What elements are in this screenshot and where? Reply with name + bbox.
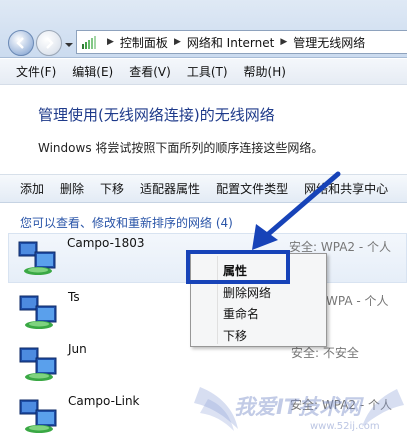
list-header: 您可以查看、修改和重新排序的网络 (4) [20, 216, 233, 230]
move-down-button[interactable]: 下移 [92, 180, 132, 197]
breadcrumb-item-manage-wireless[interactable]: 管理无线网络 [293, 34, 365, 51]
wireless-network-icon [19, 399, 57, 433]
context-move-down[interactable]: 下移 [223, 327, 247, 344]
menu-tools[interactable]: 工具(T) [179, 63, 236, 80]
wireless-network-icon [19, 347, 57, 381]
back-button[interactable] [8, 30, 34, 56]
page-title: 管理使用(无线网络连接)的无线网络 [38, 106, 275, 124]
chevron-right-icon[interactable]: ▶ [107, 37, 114, 47]
network-name: Campo-Link [68, 394, 140, 408]
network-security: 安全: WPA2 - 个人 [290, 398, 392, 412]
menu-file[interactable]: 文件(F) [0, 63, 64, 80]
wireless-network-icon [19, 295, 57, 329]
remove-button[interactable]: 删除 [52, 180, 92, 197]
network-name: Campo-1803 [67, 236, 145, 250]
chevron-right-icon[interactable]: ▶ [174, 37, 181, 47]
network-security: WPA - 个人 [326, 294, 389, 308]
page-description: Windows 将尝试按照下面所列的顺序连接这些网络。 [38, 141, 324, 155]
breadcrumb[interactable]: ▶ 控制面板 ▶ 网络和 Internet ▶ 管理无线网络 [76, 30, 407, 54]
adapter-properties-button[interactable]: 适配器属性 [132, 180, 208, 197]
network-name: Jun [68, 342, 87, 356]
add-button[interactable]: 添加 [0, 180, 52, 197]
menu-help[interactable]: 帮助(H) [236, 63, 294, 80]
back-arrow-icon [16, 37, 24, 49]
context-delete-network[interactable]: 删除网络 [223, 284, 271, 301]
list-item[interactable]: Campo-Link 安全: WPA2 - 个人 [10, 392, 407, 442]
address-bar-area: ▶ 控制面板 ▶ 网络和 Internet ▶ 管理无线网络 [0, 0, 407, 58]
history-dropdown-icon[interactable] [64, 40, 74, 50]
menu-bar: 文件(F) 编辑(E) 查看(V) 工具(T) 帮助(H) [0, 59, 407, 85]
forward-arrow-icon [46, 37, 54, 49]
annotation-arrow-icon [252, 171, 341, 250]
menu-edit[interactable]: 编辑(E) [64, 63, 121, 80]
wireless-network-icon [18, 241, 56, 275]
list-item[interactable]: Jun 安全: 不安全 [10, 340, 407, 390]
menu-view[interactable]: 查看(V) [121, 63, 179, 80]
network-bars-icon [82, 36, 96, 49]
breadcrumb-item-control-panel[interactable]: 控制面板 [120, 34, 168, 51]
network-name: Ts [68, 290, 80, 304]
chevron-right-icon[interactable]: ▶ [280, 37, 287, 47]
forward-button[interactable] [36, 30, 62, 56]
context-rename[interactable]: 重命名 [223, 305, 259, 322]
breadcrumb-item-network-internet[interactable]: 网络和 Internet [187, 34, 274, 51]
